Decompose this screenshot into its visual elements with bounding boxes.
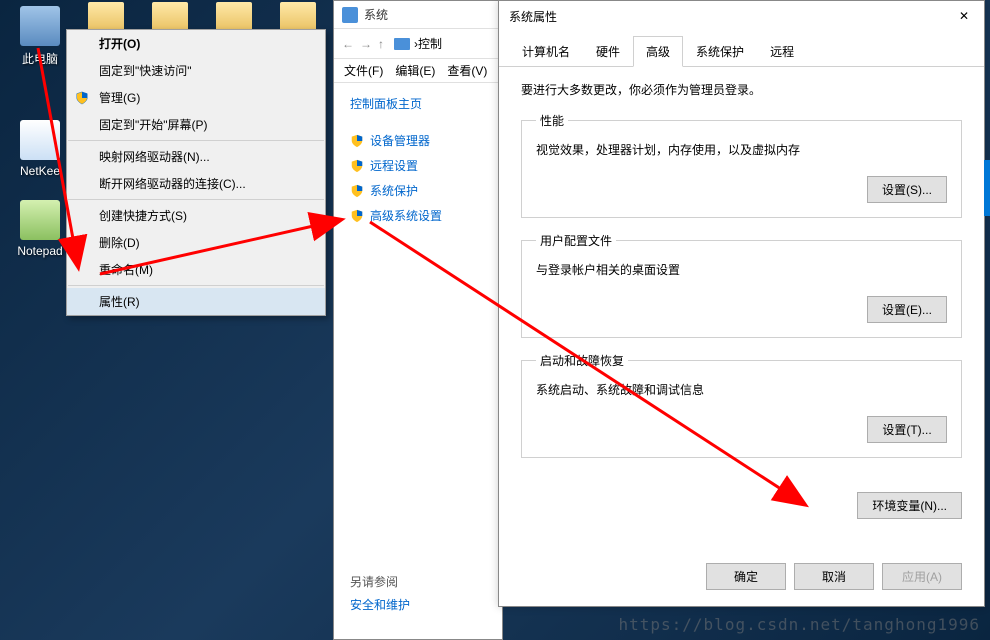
window-title: 系统 <box>364 6 388 23</box>
menu-separator <box>68 140 324 141</box>
menu-item-map-drive[interactable]: 映射网络驱动器(N)... <box>67 143 325 170</box>
group-legend: 启动和故障恢复 <box>536 352 628 369</box>
tab-content: 要进行大多数更改，你必须作为管理员登录。 性能 视觉效果，处理器计划，内存使用，… <box>499 67 984 486</box>
shield-icon <box>350 209 364 223</box>
desktop-icon-notepad[interactable]: Notepad <box>10 200 70 258</box>
menu-item-label: 管理(G) <box>99 91 140 105</box>
group-startup-recovery: 启动和故障恢复 系统启动、系统故障和调试信息 设置(T)... <box>521 352 962 458</box>
link-label: 远程设置 <box>370 157 418 174</box>
sidebar-link-remote[interactable]: 远程设置 <box>350 153 486 178</box>
menu-item-properties[interactable]: 属性(R) <box>67 288 325 315</box>
link-label: 高级系统设置 <box>370 207 442 224</box>
up-icon[interactable]: ↑ <box>378 37 384 51</box>
menu-item-pin-quick-access[interactable]: 固定到"快速访问" <box>67 57 325 84</box>
computer-icon <box>394 38 410 50</box>
app-icon <box>20 200 60 240</box>
back-icon[interactable]: ← <box>342 37 354 51</box>
tab-computer-name[interactable]: 计算机名 <box>509 36 583 67</box>
sidebar-link-protection[interactable]: 系统保护 <box>350 178 486 203</box>
menu-separator <box>68 199 324 200</box>
icon-label: NetKee <box>10 164 70 178</box>
group-user-profiles: 用户配置文件 与登录帐户相关的桌面设置 设置(E)... <box>521 232 962 338</box>
address-bar[interactable]: ← → ↑ › 控制 <box>334 29 502 59</box>
sidebar-link-device-manager[interactable]: 设备管理器 <box>350 128 486 153</box>
close-icon: ✕ <box>959 9 969 23</box>
menu-edit[interactable]: 编辑(E) <box>391 60 439 81</box>
group-text: 与登录帐户相关的桌面设置 <box>536 261 947 278</box>
group-text: 系统启动、系统故障和调试信息 <box>536 381 947 398</box>
menu-file[interactable]: 文件(F) <box>340 60 387 81</box>
desktop-icon-netkee[interactable]: NetKee <box>10 120 70 178</box>
forward-icon[interactable]: → <box>360 37 372 51</box>
folder-icon[interactable] <box>152 2 188 32</box>
link-label: 设备管理器 <box>370 132 430 149</box>
icon-label: Notepad <box>10 244 70 258</box>
computer-icon <box>20 6 60 46</box>
app-icon <box>20 120 60 160</box>
link-label: 系统保护 <box>370 182 418 199</box>
menubar: 文件(F) 编辑(E) 查看(V) <box>334 59 502 83</box>
system-window: 系统 ← → ↑ › 控制 文件(F) 编辑(E) 查看(V) 控制面板主页 设… <box>333 0 503 640</box>
system-properties-dialog: 系统属性 ✕ 计算机名 硬件 高级 系统保护 远程 要进行大多数更改，你必须作为… <box>498 0 985 607</box>
footer-heading: 另请参阅 <box>350 573 410 590</box>
menu-item-pin-start[interactable]: 固定到"开始"屏幕(P) <box>67 111 325 138</box>
group-performance: 性能 视觉效果，处理器计划，内存使用，以及虚拟内存 设置(S)... <box>521 112 962 218</box>
group-text: 视觉效果，处理器计划，内存使用，以及虚拟内存 <box>536 141 947 158</box>
performance-settings-button[interactable]: 设置(S)... <box>867 176 947 203</box>
tab-advanced[interactable]: 高级 <box>633 36 683 67</box>
group-legend: 用户配置文件 <box>536 232 616 249</box>
tab-strip: 计算机名 硬件 高级 系统保护 远程 <box>499 35 984 67</box>
menu-item-rename[interactable]: 重命名(M) <box>67 256 325 283</box>
watermark: https://blog.csdn.net/tanghong1996 <box>618 615 980 634</box>
folder-icon[interactable] <box>216 2 252 32</box>
menu-item-disconnect-drive[interactable]: 断开网络驱动器的连接(C)... <box>67 170 325 197</box>
control-panel-home-link[interactable]: 控制面板主页 <box>350 95 486 112</box>
group-legend: 性能 <box>536 112 568 129</box>
ok-button[interactable]: 确定 <box>706 563 786 590</box>
titlebar[interactable]: 系统属性 ✕ <box>499 1 984 31</box>
cancel-button[interactable]: 取消 <box>794 563 874 590</box>
user-profiles-settings-button[interactable]: 设置(E)... <box>867 296 947 323</box>
apply-button[interactable]: 应用(A) <box>882 563 962 590</box>
sidebar-footer: 另请参阅 安全和维护 <box>350 573 410 619</box>
context-menu: 打开(O) 固定到"快速访问" 管理(G) 固定到"开始"屏幕(P) 映射网络驱… <box>66 29 326 316</box>
menu-item-shortcut[interactable]: 创建快捷方式(S) <box>67 202 325 229</box>
environment-variables-button[interactable]: 环境变量(N)... <box>857 492 962 519</box>
close-button[interactable]: ✕ <box>944 1 984 31</box>
icon-label: 此电脑 <box>10 50 70 67</box>
tab-protection[interactable]: 系统保护 <box>683 36 757 67</box>
shield-icon <box>75 91 89 105</box>
breadcrumb[interactable]: 控制 <box>418 35 442 52</box>
folder-icon[interactable] <box>88 2 124 32</box>
menu-separator <box>68 285 324 286</box>
tab-hardware[interactable]: 硬件 <box>583 36 633 67</box>
titlebar[interactable]: 系统 <box>334 1 502 29</box>
folder-icon[interactable] <box>280 2 316 32</box>
sidebar: 控制面板主页 设备管理器 远程设置 系统保护 高级系统设置 <box>334 83 502 240</box>
menu-item-manage[interactable]: 管理(G) <box>67 84 325 111</box>
menu-view[interactable]: 查看(V) <box>443 60 491 81</box>
accent-bar <box>984 160 990 216</box>
footer-link-security[interactable]: 安全和维护 <box>350 596 410 613</box>
dialog-title: 系统属性 <box>509 8 557 25</box>
dialog-buttons: 确定 取消 应用(A) <box>706 563 962 590</box>
shield-icon <box>350 184 364 198</box>
intro-text: 要进行大多数更改，你必须作为管理员登录。 <box>521 81 962 98</box>
shield-icon <box>350 134 364 148</box>
sidebar-link-advanced[interactable]: 高级系统设置 <box>350 203 486 228</box>
tab-remote[interactable]: 远程 <box>757 36 807 67</box>
system-icon <box>342 7 358 23</box>
startup-settings-button[interactable]: 设置(T)... <box>867 416 947 443</box>
shield-icon <box>350 159 364 173</box>
desktop-icon-this-pc[interactable]: 此电脑 <box>10 6 70 67</box>
menu-item-open[interactable]: 打开(O) <box>67 30 325 57</box>
menu-item-delete[interactable]: 删除(D) <box>67 229 325 256</box>
